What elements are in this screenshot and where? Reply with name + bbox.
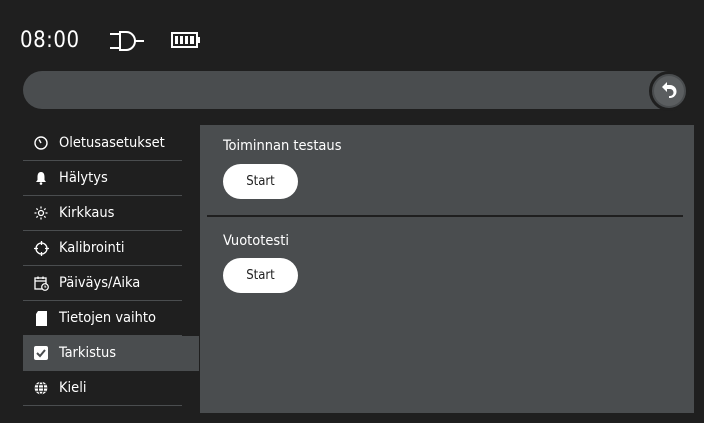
vuototesti-start-button[interactable]: Start [223,258,298,293]
sidebar-item-kirkkaus[interactable]: Kirkkaus [23,196,182,231]
sun-icon [33,205,49,221]
section-title-vuototesti: Vuototesti [223,233,289,249]
sidebar-item-label: Oletusasetukset [59,135,165,151]
status-bar: 08:00 [8,8,695,68]
breadcrumb-bar [23,71,683,109]
bell-icon [33,170,49,186]
globe-icon [33,380,49,396]
sidebar-item-kieli[interactable]: Kieli [23,371,182,406]
sidebar-item-label: Tarkistus [59,345,117,361]
device-screen: 08:00 Oletusasetukset Hälytys Kirkkaus K… [8,8,695,416]
power-plug-icon [104,30,150,56]
crosshair-icon [33,240,49,256]
sidebar-item-label: Kirkkaus [59,205,115,221]
section-divider [207,215,683,217]
sidebar-item-oletusasetukset[interactable]: Oletusasetukset [23,126,182,161]
dial-icon [33,135,49,151]
sd-card-icon [33,310,49,326]
battery-icon [171,32,201,52]
sidebar-item-kalibrointi[interactable]: Kalibrointi [23,231,182,266]
toiminnan-testaus-start-button[interactable]: Start [223,164,298,199]
calendar-clock-icon [33,275,49,291]
sidebar-item-label: Päiväys/Aika [59,275,141,291]
sidebar-item-tietojen-vaihto[interactable]: Tietojen vaihto [23,301,182,336]
sidebar-item-label: Kieli [59,380,87,396]
sidebar-item-paivays-aika[interactable]: Päiväys/Aika [23,266,182,301]
section-title-toiminnan-testaus: Toiminnan testaus [223,138,342,154]
sidebar-item-halytys[interactable]: Hälytys [23,161,182,196]
sidebar-item-label: Hälytys [59,170,108,186]
checkbox-icon [33,345,49,361]
back-arrow-icon [660,80,678,102]
settings-sidebar: Oletusasetukset Hälytys Kirkkaus Kalibro… [23,126,199,406]
clock-time: 08:00 [20,28,80,53]
content-panel: Toiminnan testaus Start Vuototesti Start [200,125,694,413]
sidebar-item-label: Kalibrointi [59,240,125,256]
sidebar-item-tarkistus[interactable]: Tarkistus [23,336,199,371]
back-button[interactable] [649,71,689,111]
sidebar-item-label: Tietojen vaihto [59,310,157,326]
